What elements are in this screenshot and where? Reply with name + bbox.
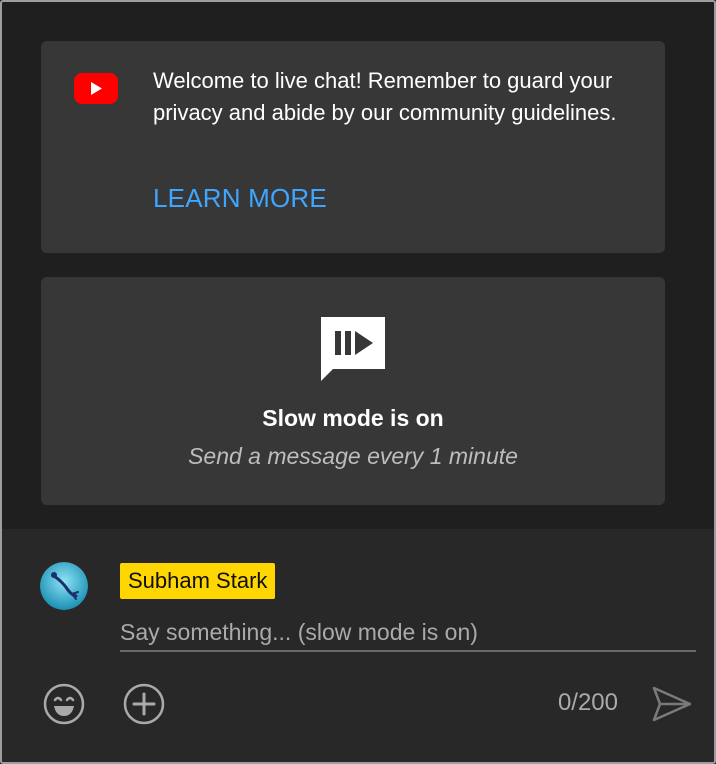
- welcome-card: Welcome to live chat! Remember to guard …: [41, 41, 665, 253]
- live-chat-panel: Welcome to live chat! Remember to guard …: [0, 0, 716, 764]
- welcome-message: Welcome to live chat! Remember to guard …: [153, 68, 617, 125]
- learn-more-link[interactable]: LEARN MORE: [153, 183, 327, 214]
- username-badge: Subham Stark: [120, 563, 276, 599]
- slow-mode-card: Slow mode is on Send a message every 1 m…: [41, 277, 665, 505]
- send-icon[interactable]: [650, 682, 694, 726]
- avatar-image: [40, 562, 88, 610]
- slow-mode-subtitle: Send a message every 1 minute: [188, 443, 518, 469]
- character-counter: 0/200: [557, 689, 618, 716]
- emoji-icon[interactable]: [42, 682, 86, 726]
- slow-mode-icon: [321, 317, 385, 381]
- chat-message-input[interactable]: [120, 614, 696, 652]
- message-composer: Subham Stark 0/200: [2, 529, 714, 762]
- youtube-logo-icon: [74, 73, 118, 104]
- slow-mode-title: Slow mode is on: [262, 405, 444, 431]
- add-icon[interactable]: [122, 682, 166, 726]
- avatar[interactable]: [40, 562, 88, 610]
